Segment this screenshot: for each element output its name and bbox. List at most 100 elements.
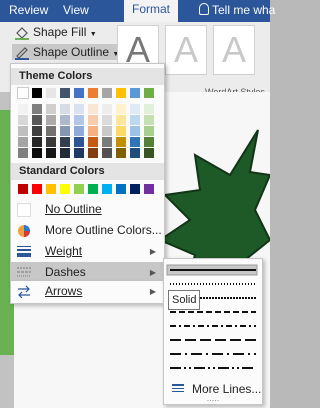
theme-color-swatch[interactable] [88,115,98,125]
theme-color-swatch[interactable] [102,104,112,114]
standard-color-swatch[interactable] [18,184,28,194]
theme-color-swatch[interactable] [74,148,84,158]
standard-color-swatch[interactable] [32,184,42,194]
theme-color-swatch[interactable] [74,126,84,136]
theme-color-swatch[interactable] [18,115,28,125]
theme-color-swatch[interactable] [46,126,56,136]
no-outline-item[interactable]: No Outline [11,199,164,220]
wordart-style-2[interactable]: A [165,25,207,75]
shape-fill-label: Shape Fill [33,25,87,39]
theme-color-swatch[interactable] [144,137,154,147]
theme-color-swatch[interactable] [32,115,42,125]
dashes-label: Dashes [45,265,86,279]
standard-color-swatch[interactable] [116,184,126,194]
theme-color-swatch[interactable] [102,137,112,147]
theme-color-swatch[interactable] [102,126,112,136]
theme-color-swatch[interactable] [88,137,98,147]
theme-color-swatch[interactable] [144,104,154,114]
theme-color-swatch[interactable] [102,88,112,98]
dashes-item[interactable]: Dashes ▶ [11,262,164,283]
shape-outline-button[interactable]: Shape Outline ▼ [12,44,126,60]
theme-color-swatch[interactable] [74,115,84,125]
theme-color-swatch[interactable] [130,104,140,114]
theme-color-swatch[interactable] [46,104,56,114]
tell-me-box[interactable]: Tell me wha [199,3,275,17]
theme-color-swatch[interactable] [74,88,84,98]
shape-outline-label: Shape Outline [33,45,110,59]
theme-color-swatch[interactable] [32,88,42,98]
theme-color-swatch[interactable] [17,87,29,99]
theme-color-swatch[interactable] [88,88,98,98]
theme-color-swatch[interactable] [32,104,42,114]
dash-style-solid[interactable] [166,264,258,276]
theme-color-swatch[interactable] [116,126,126,136]
standard-color-swatch[interactable] [88,184,98,194]
theme-color-swatch[interactable] [46,137,56,147]
weight-item[interactable]: Weight ▶ [11,241,164,262]
standard-colors-header: Standard Colors [11,163,164,180]
dashes-submenu: More Lines... ..... [163,258,263,405]
wordart-style-3[interactable]: A [213,25,255,75]
theme-color-swatch[interactable] [32,148,42,158]
no-outline-label: No Outline [45,202,102,216]
theme-color-swatch[interactable] [130,148,140,158]
theme-color-swatch[interactable] [102,148,112,158]
more-lines-icon [172,384,184,392]
theme-color-swatch[interactable] [144,115,154,125]
paint-bucket-icon [15,26,29,40]
theme-color-swatch[interactable] [116,115,126,125]
submenu-arrow-icon: ▶ [149,268,156,277]
more-outline-colors-item[interactable]: More Outline Colors... [11,220,164,241]
submenu-arrow-icon: ▶ [149,287,156,296]
theme-color-swatch[interactable] [130,126,140,136]
theme-color-swatch[interactable] [74,137,84,147]
theme-color-swatch[interactable] [116,104,126,114]
arrows-item[interactable]: Arrows ▶ [11,281,164,302]
theme-color-swatch[interactable] [32,137,42,147]
tab-review[interactable]: Review [9,3,48,17]
theme-color-swatch[interactable] [102,115,112,125]
theme-color-swatch[interactable] [46,115,56,125]
theme-color-swatch[interactable] [60,115,70,125]
theme-color-swatch[interactable] [74,104,84,114]
theme-color-swatch[interactable] [60,126,70,136]
standard-color-swatch[interactable] [60,184,70,194]
theme-color-swatch[interactable] [88,148,98,158]
resize-grip[interactable]: ..... [164,394,262,403]
arrows-label: Arrows [45,284,83,298]
standard-color-swatch[interactable] [102,184,112,194]
standard-color-swatch[interactable] [130,184,140,194]
theme-color-swatch[interactable] [60,104,70,114]
theme-color-swatch[interactable] [130,115,140,125]
standard-color-swatch[interactable] [74,184,84,194]
theme-color-swatch[interactable] [60,88,70,98]
theme-color-swatch[interactable] [18,148,28,158]
theme-color-swatch[interactable] [88,104,98,114]
theme-color-swatch[interactable] [116,137,126,147]
dash-style-list [166,264,258,369]
theme-color-swatch[interactable] [116,88,126,98]
theme-color-swatch[interactable] [32,126,42,136]
theme-color-swatch[interactable] [88,126,98,136]
tab-format[interactable]: Format [124,0,179,22]
theme-color-swatch[interactable] [60,137,70,147]
standard-color-swatch[interactable] [46,184,56,194]
theme-color-swatch[interactable] [144,126,154,136]
theme-color-swatch[interactable] [130,137,140,147]
theme-color-swatch[interactable] [60,148,70,158]
theme-color-swatch[interactable] [144,148,154,158]
theme-color-swatch[interactable] [18,137,28,147]
theme-color-swatch[interactable] [18,104,28,114]
color-palette-icon [18,225,30,237]
theme-color-swatch[interactable] [144,88,154,98]
lightbulb-icon [199,3,209,15]
theme-color-swatch[interactable] [130,88,140,98]
arrows-icon [18,285,30,298]
theme-color-swatch[interactable] [18,126,28,136]
theme-color-swatch[interactable] [46,148,56,158]
theme-color-swatch[interactable] [116,148,126,158]
shape-fill-button[interactable]: Shape Fill ▼ [14,24,97,40]
standard-color-swatch[interactable] [144,184,154,194]
tab-view[interactable]: View [63,3,89,17]
theme-color-swatch[interactable] [46,88,56,98]
